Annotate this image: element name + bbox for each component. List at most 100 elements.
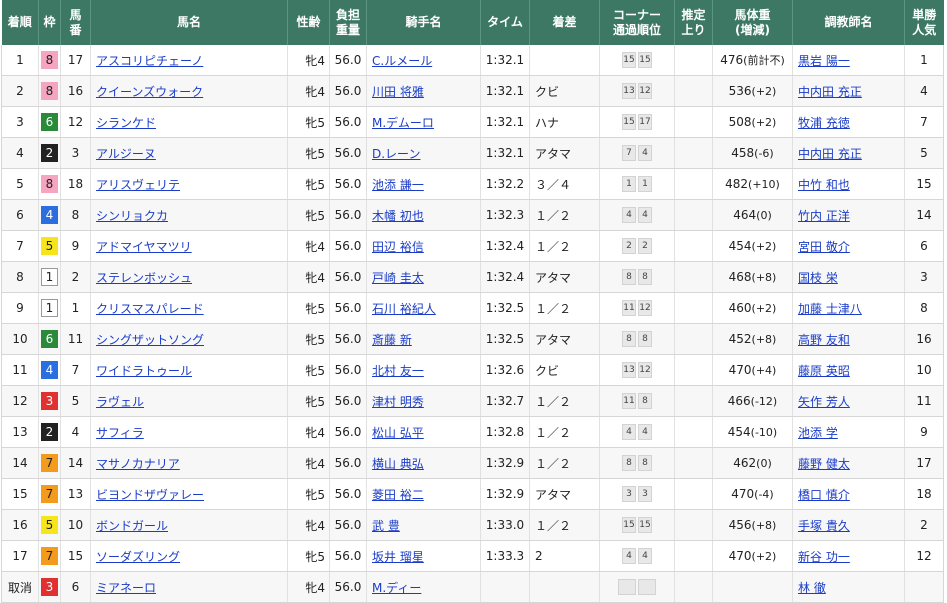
finish-time: 1:32.1 [480,75,530,107]
trainer-cell: 手塚 貴久 [792,509,905,541]
trainer-link[interactable]: 藤野 健太 [798,457,850,471]
trainer-link[interactable]: 中内田 充正 [798,147,862,161]
horse-weight-diff: (+8) [751,271,777,284]
finish-position: 11 [1,354,39,386]
waku-badge: 4 [41,361,58,379]
trainer-cell: 竹内 正洋 [792,199,905,231]
jockey-link[interactable]: 菱田 裕二 [372,488,424,502]
horse-name-link[interactable]: アリスヴェリテ [96,178,180,192]
table-row: 8 1 2 ステレンボッシュ 牝4 56.0 戸崎 圭太 1:32.4 アタマ 8 8 468(+8)… [1,261,944,293]
jockey-link[interactable]: D.レーン [372,147,420,161]
corner-order: 22 [599,230,675,262]
waku-badge: 3 [41,392,58,410]
jockey-link[interactable]: 坂井 瑠星 [372,550,424,564]
trainer-link[interactable]: 中内田 充正 [798,85,862,99]
waku-cell: 3 [38,571,61,603]
horse-name-link[interactable]: クイーンズウォーク [96,85,203,99]
trainer-link[interactable]: 宮田 敬介 [798,240,850,254]
table-row: 9 1 1 クリスマスパレード 牝5 56.0 石川 裕紀人 1:32.5 １／２ 11 12 460… [1,292,944,324]
jockey-link[interactable]: 池添 謙一 [372,178,424,192]
jockey-link[interactable]: 石川 裕紀人 [372,302,436,316]
horse-weight-diff: (0) [756,209,772,222]
trainer-link[interactable]: 加藤 士津八 [798,302,862,316]
jockey-link[interactable]: 武 豊 [372,519,400,533]
horse-name-link[interactable]: アスコリピチェーノ [96,54,203,68]
trainer-link[interactable]: 手塚 貴久 [798,519,850,533]
trainer-link[interactable]: 国枝 栄 [798,271,838,285]
trainer-link[interactable]: 中竹 和也 [798,178,850,192]
waku-cell: 3 [38,385,61,417]
jockey-link[interactable]: M.ディー [372,581,421,595]
waku-badge: 8 [41,51,58,69]
horse-weight: 452(+8) [712,323,793,355]
finish-time: 1:32.4 [480,261,530,293]
jockey-link[interactable]: 戸崎 圭太 [372,271,424,285]
horse-name-link[interactable]: ビヨンドザヴァレー [96,488,204,502]
jockey-link[interactable]: M.デムーロ [372,116,434,130]
trainer-link[interactable]: 矢作 芳人 [798,395,850,409]
horse-weight: 470(-4) [712,478,793,510]
waku-cell: 6 [38,323,61,355]
trainer-link[interactable]: 牧浦 充徳 [798,116,850,130]
jockey-cell: 戸崎 圭太 [366,261,481,293]
horse-weight-value: 454 [728,239,752,253]
corner-order: 11 12 [599,292,675,324]
horse-name-link[interactable]: シングザットソング [96,333,204,347]
horse-name-link[interactable]: アルジーヌ [96,147,156,161]
horse-name-link[interactable]: ミアネーロ [96,581,156,595]
corner-position: 4 [638,548,652,564]
horse-name-link[interactable]: ボンドガール [96,519,168,533]
trainer-link[interactable]: 竹内 正洋 [798,209,850,223]
trainer-link[interactable]: 高野 友和 [798,333,850,347]
waku-cell: 1 [38,292,61,324]
jockey-link[interactable]: 津村 明秀 [372,395,424,409]
horse-weight-value: 462 [733,456,757,470]
horse-name-link[interactable]: ステレンボッシュ [96,271,192,285]
trainer-link[interactable]: 林 徹 [798,581,826,595]
trainer-link[interactable]: 黒岩 陽一 [798,54,850,68]
jockey-link[interactable]: C.ルメール [372,54,432,68]
last-3f [674,354,713,386]
header-jockey: 騎手名 [366,0,481,45]
trainer-link[interactable]: 藤原 英昭 [798,364,850,378]
horse-name-cell: サフィラ [90,416,288,448]
horse-weight-diff: (-10) [750,426,778,439]
horse-name-link[interactable]: ワイドラトゥール [96,364,192,378]
last-3f [674,571,713,603]
horse-weight-value: 458 [731,146,755,160]
jockey-link[interactable]: 木幡 初也 [372,209,424,223]
trainer-link[interactable]: 橋口 慎介 [798,488,850,502]
sex-age: 牝5 [287,323,330,355]
table-row: 16 5 10 ボンドガール 牝4 56.0 武 豊 1:33.0 １／２ 15 15 456(+8)… [1,509,944,541]
horse-name-link[interactable]: シランケド [96,116,156,130]
margin: アタマ [529,261,600,293]
corner-order [599,571,675,603]
jockey-link[interactable]: 北村 友一 [372,364,424,378]
horse-name-link[interactable]: サフィラ [96,426,144,440]
trainer-link[interactable]: 池添 学 [798,426,838,440]
jockey-link[interactable]: 田辺 裕信 [372,240,424,254]
sex-age: 牝5 [287,478,330,510]
corner-position: 8 [638,269,652,285]
finish-time: 1:32.5 [480,323,530,355]
table-row: 6 4 8 シンリョクカ 牝5 56.0 木幡 初也 1:32.3 １／２ 4 4 464(0) 竹内 … [1,199,944,231]
jockey-link[interactable]: 横山 典弘 [372,457,424,471]
jockey-link[interactable]: 川田 将雅 [372,85,424,99]
finish-time: 1:32.2 [480,168,530,200]
finish-position: 6 [1,199,39,231]
sex-age: 牝4 [287,230,330,262]
horse-name-cell: アルジーヌ [90,137,288,169]
jockey-link[interactable]: 斎藤 新 [372,333,412,347]
jockey-link[interactable]: 松山 弘平 [372,426,424,440]
horse-name-link[interactable]: マサノカナリア [96,457,180,471]
weight-carried: 56.0 [329,385,367,417]
horse-name-link[interactable]: アドマイヤマツリ [96,240,192,254]
horse-name-link[interactable]: ラヴェル [96,395,144,409]
horse-name-link[interactable]: ソーダズリング [96,550,180,564]
last-3f [674,168,713,200]
trainer-link[interactable]: 新谷 功一 [798,550,850,564]
horse-name-link[interactable]: シンリョクカ [96,209,168,223]
trainer-cell: 橋口 慎介 [792,478,905,510]
horse-name-link[interactable]: クリスマスパレード [96,302,204,316]
waku-cell: 6 [38,106,61,138]
